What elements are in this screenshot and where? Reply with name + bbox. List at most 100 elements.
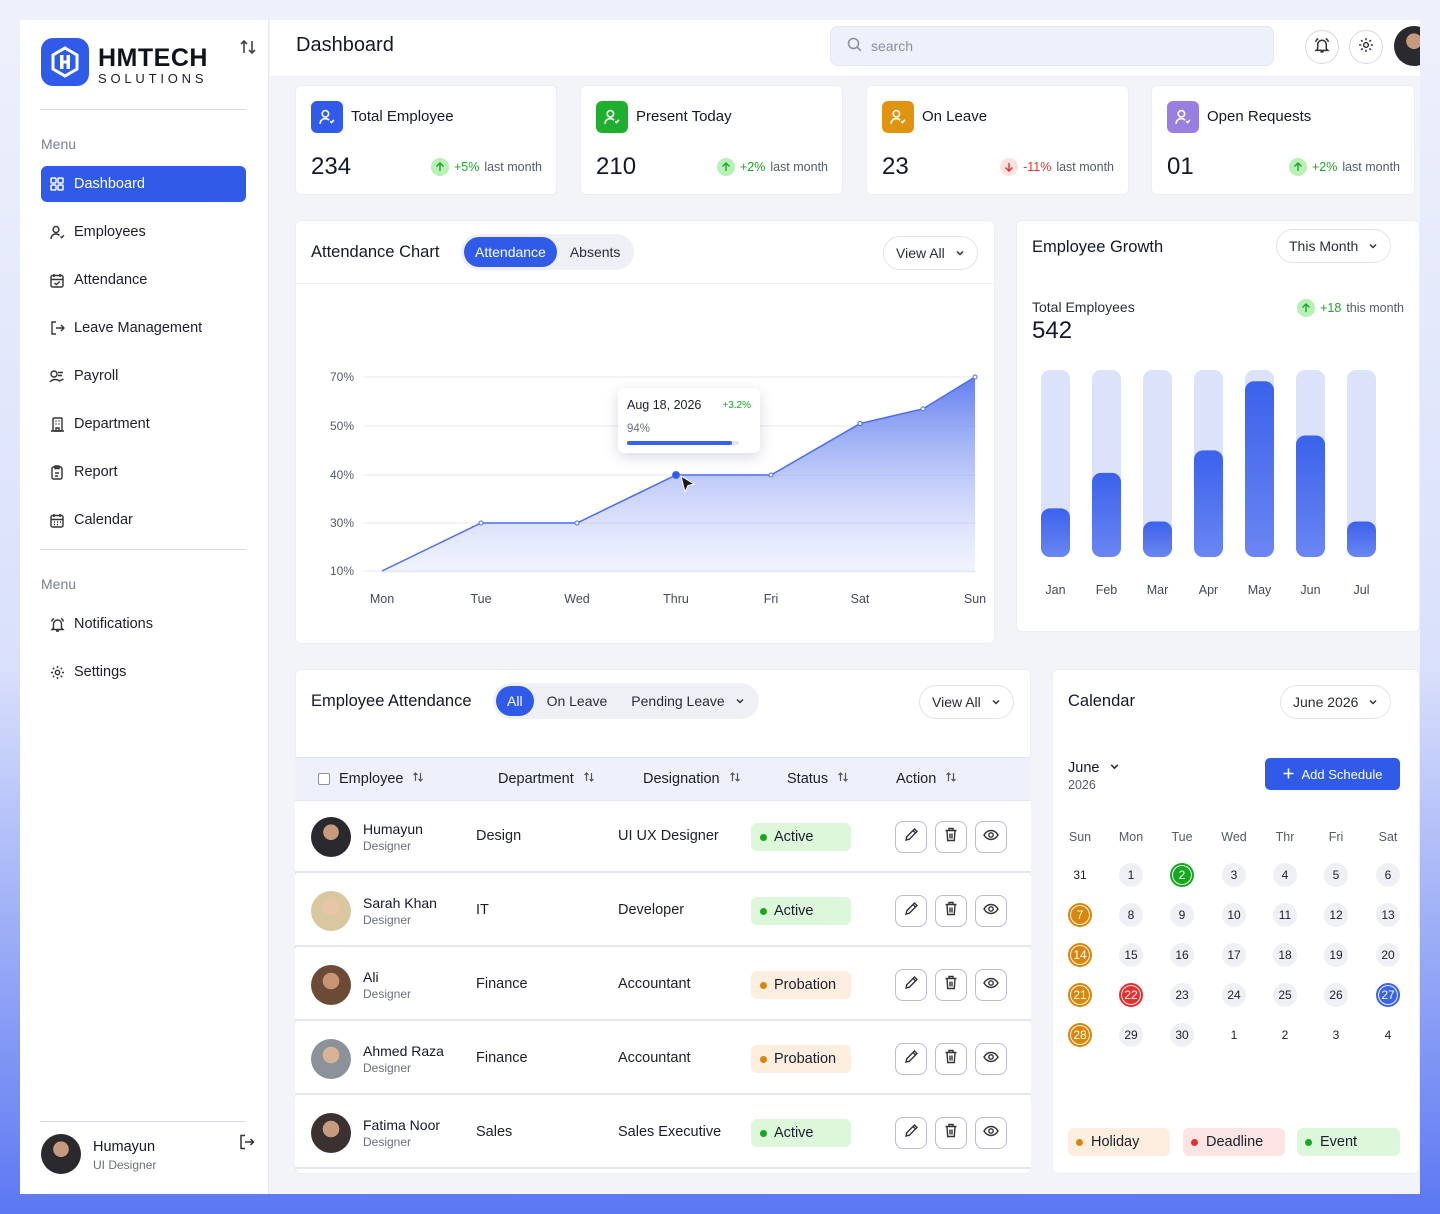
- sidebar-item-settings[interactable]: Settings: [41, 654, 246, 690]
- calendar-day[interactable]: 23: [1170, 983, 1194, 1007]
- calendar-day[interactable]: 30: [1170, 1023, 1194, 1047]
- bar[interactable]: [1041, 508, 1070, 557]
- add-schedule-button[interactable]: Add Schedule: [1265, 758, 1400, 790]
- logout-icon[interactable]: [239, 1134, 255, 1155]
- calendar-day[interactable]: 5: [1324, 863, 1348, 887]
- bar[interactable]: [1296, 435, 1325, 557]
- bar[interactable]: [1143, 521, 1172, 557]
- calendar-day[interactable]: 4: [1273, 863, 1297, 887]
- calendar-day[interactable]: 28: [1068, 1023, 1092, 1047]
- column-employee[interactable]: Employee: [318, 771, 424, 787]
- search-box[interactable]: [830, 26, 1274, 66]
- table-row[interactable]: Ahmed Raza Designer Finance Accountant Proba…: [295, 1023, 1031, 1095]
- delete-button[interactable]: [935, 895, 967, 927]
- sidebar-item-dashboard[interactable]: Dashboard: [41, 166, 246, 202]
- bar[interactable]: [1194, 450, 1223, 557]
- edit-button[interactable]: [895, 821, 927, 853]
- sidebar-item-payroll[interactable]: Payroll: [41, 358, 246, 394]
- column-status[interactable]: Status: [787, 771, 849, 787]
- calendar-day[interactable]: 7: [1068, 903, 1092, 927]
- tab-attendance[interactable]: Attendance: [464, 237, 557, 267]
- view-button[interactable]: [975, 1043, 1007, 1075]
- highlight-point[interactable]: [672, 471, 680, 479]
- table-row[interactable]: Ali Designer Finance Accountant Probation: [295, 949, 1031, 1021]
- sidebar-item-calendar[interactable]: Calendar: [41, 502, 246, 538]
- calendar-day[interactable]: 1: [1119, 863, 1143, 887]
- column-action[interactable]: Action: [896, 771, 957, 787]
- data-point[interactable]: [972, 374, 978, 380]
- calendar-day[interactable]: 20: [1376, 943, 1400, 967]
- edit-button[interactable]: [895, 969, 927, 1001]
- sidebar-item-report[interactable]: Report: [41, 454, 246, 490]
- calendar-day[interactable]: 11: [1273, 903, 1297, 927]
- calendar-day[interactable]: 16: [1170, 943, 1194, 967]
- profile-avatar[interactable]: [1394, 26, 1420, 66]
- month-selector[interactable]: June: [1068, 759, 1120, 777]
- calendar-day[interactable]: 10: [1222, 903, 1246, 927]
- tab-absents[interactable]: Absents: [559, 237, 632, 267]
- column-department[interactable]: Department: [498, 771, 595, 787]
- calendar-day[interactable]: 22: [1119, 983, 1143, 1007]
- search-input[interactable]: [871, 38, 1251, 54]
- calendar-day[interactable]: 27: [1376, 983, 1400, 1007]
- column-designation[interactable]: Designation: [643, 771, 741, 787]
- tab-on-leave[interactable]: On Leave: [536, 686, 619, 716]
- data-point[interactable]: [478, 520, 484, 526]
- calendar-period-select[interactable]: June 2026: [1280, 685, 1392, 719]
- tab-pending-leave[interactable]: Pending Leave: [620, 686, 755, 716]
- period-select[interactable]: This Month: [1276, 229, 1392, 263]
- calendar-day[interactable]: 24: [1222, 983, 1246, 1007]
- calendar-day[interactable]: 6: [1376, 863, 1400, 887]
- calendar-day[interactable]: 14: [1068, 943, 1092, 967]
- settings-button[interactable]: [1349, 30, 1383, 64]
- calendar-day[interactable]: 3: [1222, 863, 1246, 887]
- brand-logo[interactable]: HMTECH SOLUTIONS: [41, 38, 221, 88]
- calendar-day[interactable]: 18: [1273, 943, 1297, 967]
- view-button[interactable]: [975, 895, 1007, 927]
- view-button[interactable]: [975, 969, 1007, 1001]
- delete-button[interactable]: [935, 969, 967, 1001]
- delete-button[interactable]: [935, 1043, 967, 1075]
- edit-button[interactable]: [895, 1043, 927, 1075]
- table-row[interactable]: Humayun Designer Design UI UX Designer Activ…: [295, 801, 1031, 873]
- bar[interactable]: [1347, 521, 1376, 557]
- sidebar-toggle-icon[interactable]: [239, 38, 259, 58]
- view-button[interactable]: [975, 821, 1007, 853]
- calendar-day[interactable]: 2: [1170, 863, 1194, 887]
- calendar-day[interactable]: 8: [1119, 903, 1143, 927]
- sidebar-item-employees[interactable]: Employees: [41, 214, 246, 250]
- bar[interactable]: [1245, 381, 1274, 557]
- calendar-day[interactable]: 17: [1222, 943, 1246, 967]
- calendar-day[interactable]: 4: [1376, 1023, 1400, 1047]
- calendar-day[interactable]: 26: [1324, 983, 1348, 1007]
- table-row[interactable]: Sarah Khan Designer IT Developer Active: [295, 875, 1031, 947]
- calendar-day[interactable]: 21: [1068, 983, 1092, 1007]
- view-button[interactable]: [975, 1117, 1007, 1149]
- calendar-day[interactable]: 2: [1273, 1023, 1297, 1047]
- table-row[interactable]: Fatima Noor Designer Sales Sales Executive A…: [295, 1097, 1031, 1169]
- sidebar-item-department[interactable]: Department: [41, 406, 246, 442]
- data-point[interactable]: [920, 406, 926, 412]
- data-point[interactable]: [857, 421, 863, 427]
- sidebar-user[interactable]: Humayun UI Designer: [41, 1134, 256, 1174]
- edit-button[interactable]: [895, 895, 927, 927]
- view-all-select[interactable]: View All: [883, 236, 978, 270]
- tab-all[interactable]: All: [496, 686, 534, 716]
- bar[interactable]: [1092, 472, 1121, 557]
- calendar-day[interactable]: 9: [1170, 903, 1194, 927]
- notifications-button[interactable]: [1305, 30, 1339, 64]
- calendar-day[interactable]: 29: [1119, 1023, 1143, 1047]
- edit-button[interactable]: [895, 1117, 927, 1149]
- sidebar-item-notifications[interactable]: Notifications: [41, 606, 246, 642]
- calendar-day[interactable]: 31: [1068, 863, 1092, 887]
- data-point[interactable]: [574, 520, 580, 526]
- calendar-day[interactable]: 3: [1324, 1023, 1348, 1047]
- calendar-day[interactable]: 25: [1273, 983, 1297, 1007]
- delete-button[interactable]: [935, 1117, 967, 1149]
- data-point[interactable]: [768, 472, 774, 478]
- calendar-day[interactable]: 1: [1222, 1023, 1246, 1047]
- delete-button[interactable]: [935, 821, 967, 853]
- calendar-day[interactable]: 12: [1324, 903, 1348, 927]
- select-all-checkbox[interactable]: [318, 773, 330, 785]
- calendar-day[interactable]: 19: [1324, 943, 1348, 967]
